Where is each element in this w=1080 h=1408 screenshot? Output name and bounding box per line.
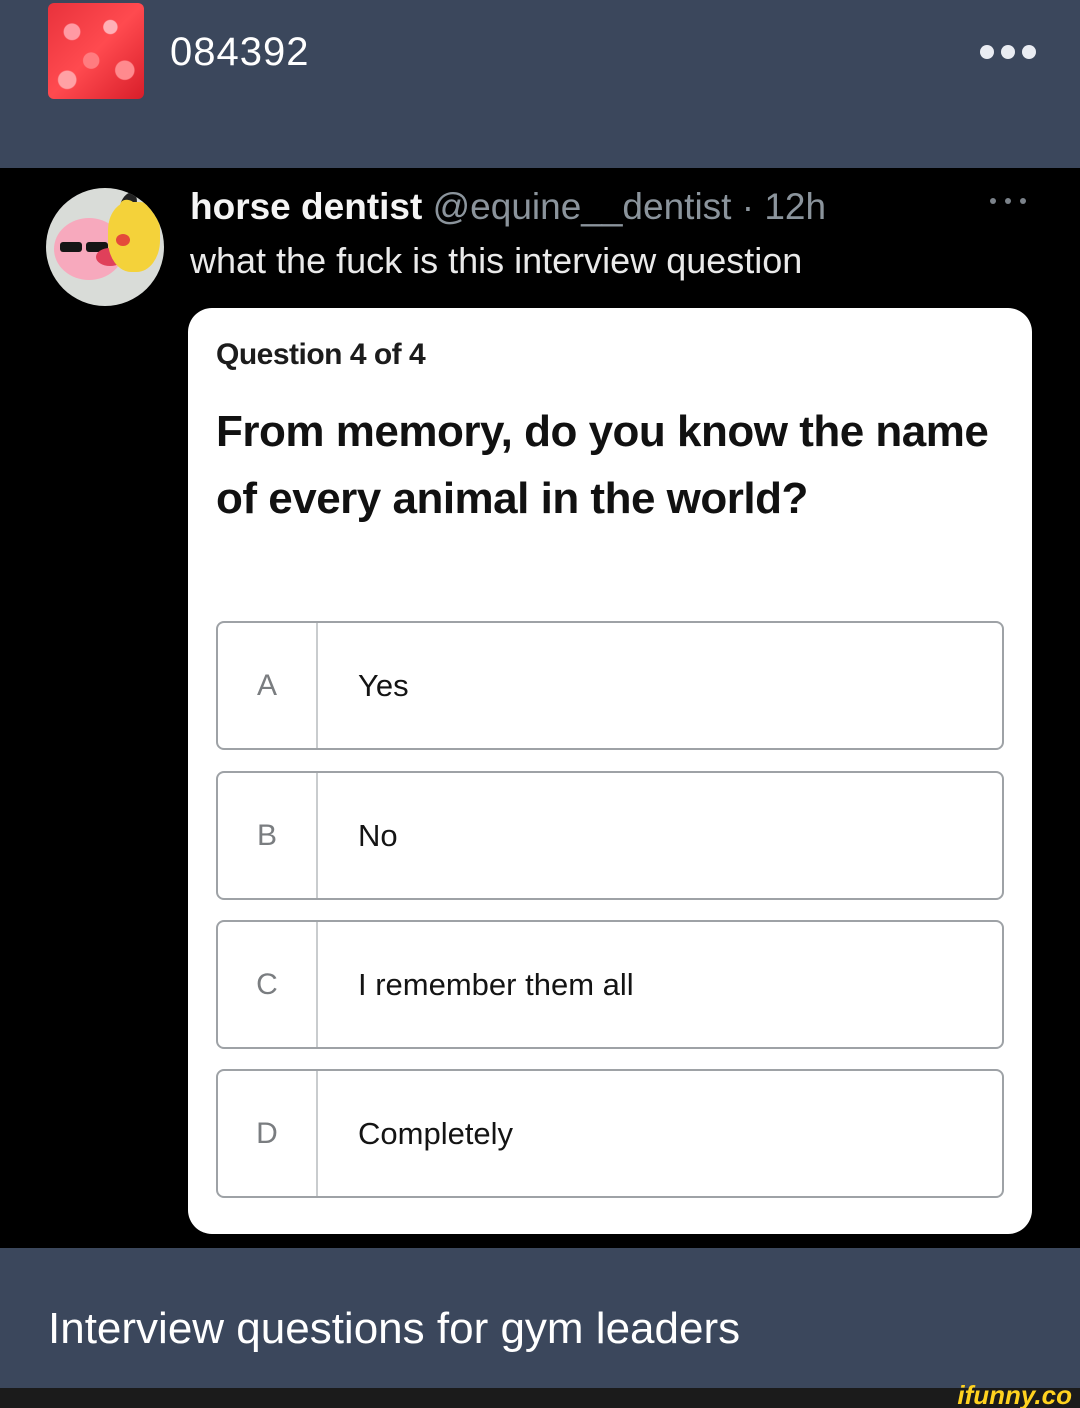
quiz-card: Question 4 of 4 From memory, do you know… bbox=[188, 308, 1032, 1234]
option-letter: A bbox=[218, 623, 318, 748]
option-text: Yes bbox=[358, 667, 409, 703]
option-text: No bbox=[358, 817, 398, 853]
tweet-text: what the fuck is this interview question bbox=[190, 240, 803, 281]
tweet-more-icon bbox=[990, 198, 1026, 204]
meta-separator: · bbox=[731, 186, 765, 227]
option-c: C I remember them all bbox=[216, 920, 1004, 1049]
question-counter: Question 4 of 4 bbox=[216, 338, 426, 371]
option-d: D Completely bbox=[216, 1069, 1004, 1198]
option-letter: B bbox=[218, 773, 318, 898]
pikachu-cheek-icon bbox=[116, 234, 130, 246]
post-caption: Interview questions for gym leaders bbox=[48, 1304, 741, 1353]
watermark-bar: ifunny.co bbox=[0, 1380, 1080, 1408]
option-text: I remember them all bbox=[358, 966, 634, 1002]
option-a: A Yes bbox=[216, 621, 1004, 750]
ifunny-watermark: ifunny.co bbox=[957, 1380, 1072, 1408]
option-letter: D bbox=[218, 1071, 318, 1196]
tweet-screenshot: horse dentist @equine__dentist · 12h wha… bbox=[0, 168, 1080, 1248]
tweet-time: 12h bbox=[764, 186, 827, 227]
post-caption-area: Interview questions for gym leaders bbox=[0, 1248, 1080, 1388]
tweet-author-line: horse dentist @equine__dentist · 12h bbox=[190, 186, 826, 228]
tweet-avatar bbox=[46, 188, 164, 306]
author-handle: @equine__dentist bbox=[432, 186, 732, 227]
option-text: Completely bbox=[358, 1115, 514, 1151]
blog-header: 084392 bbox=[0, 0, 1080, 168]
question-text: From memory, do you know the name of eve… bbox=[216, 407, 989, 523]
more-dots-icon[interactable] bbox=[980, 40, 1036, 64]
blog-name[interactable]: 084392 bbox=[170, 30, 309, 75]
option-b: B No bbox=[216, 771, 1004, 900]
blog-avatar[interactable] bbox=[48, 3, 144, 99]
author-name: horse dentist bbox=[190, 186, 423, 227]
option-letter: C bbox=[218, 922, 318, 1047]
